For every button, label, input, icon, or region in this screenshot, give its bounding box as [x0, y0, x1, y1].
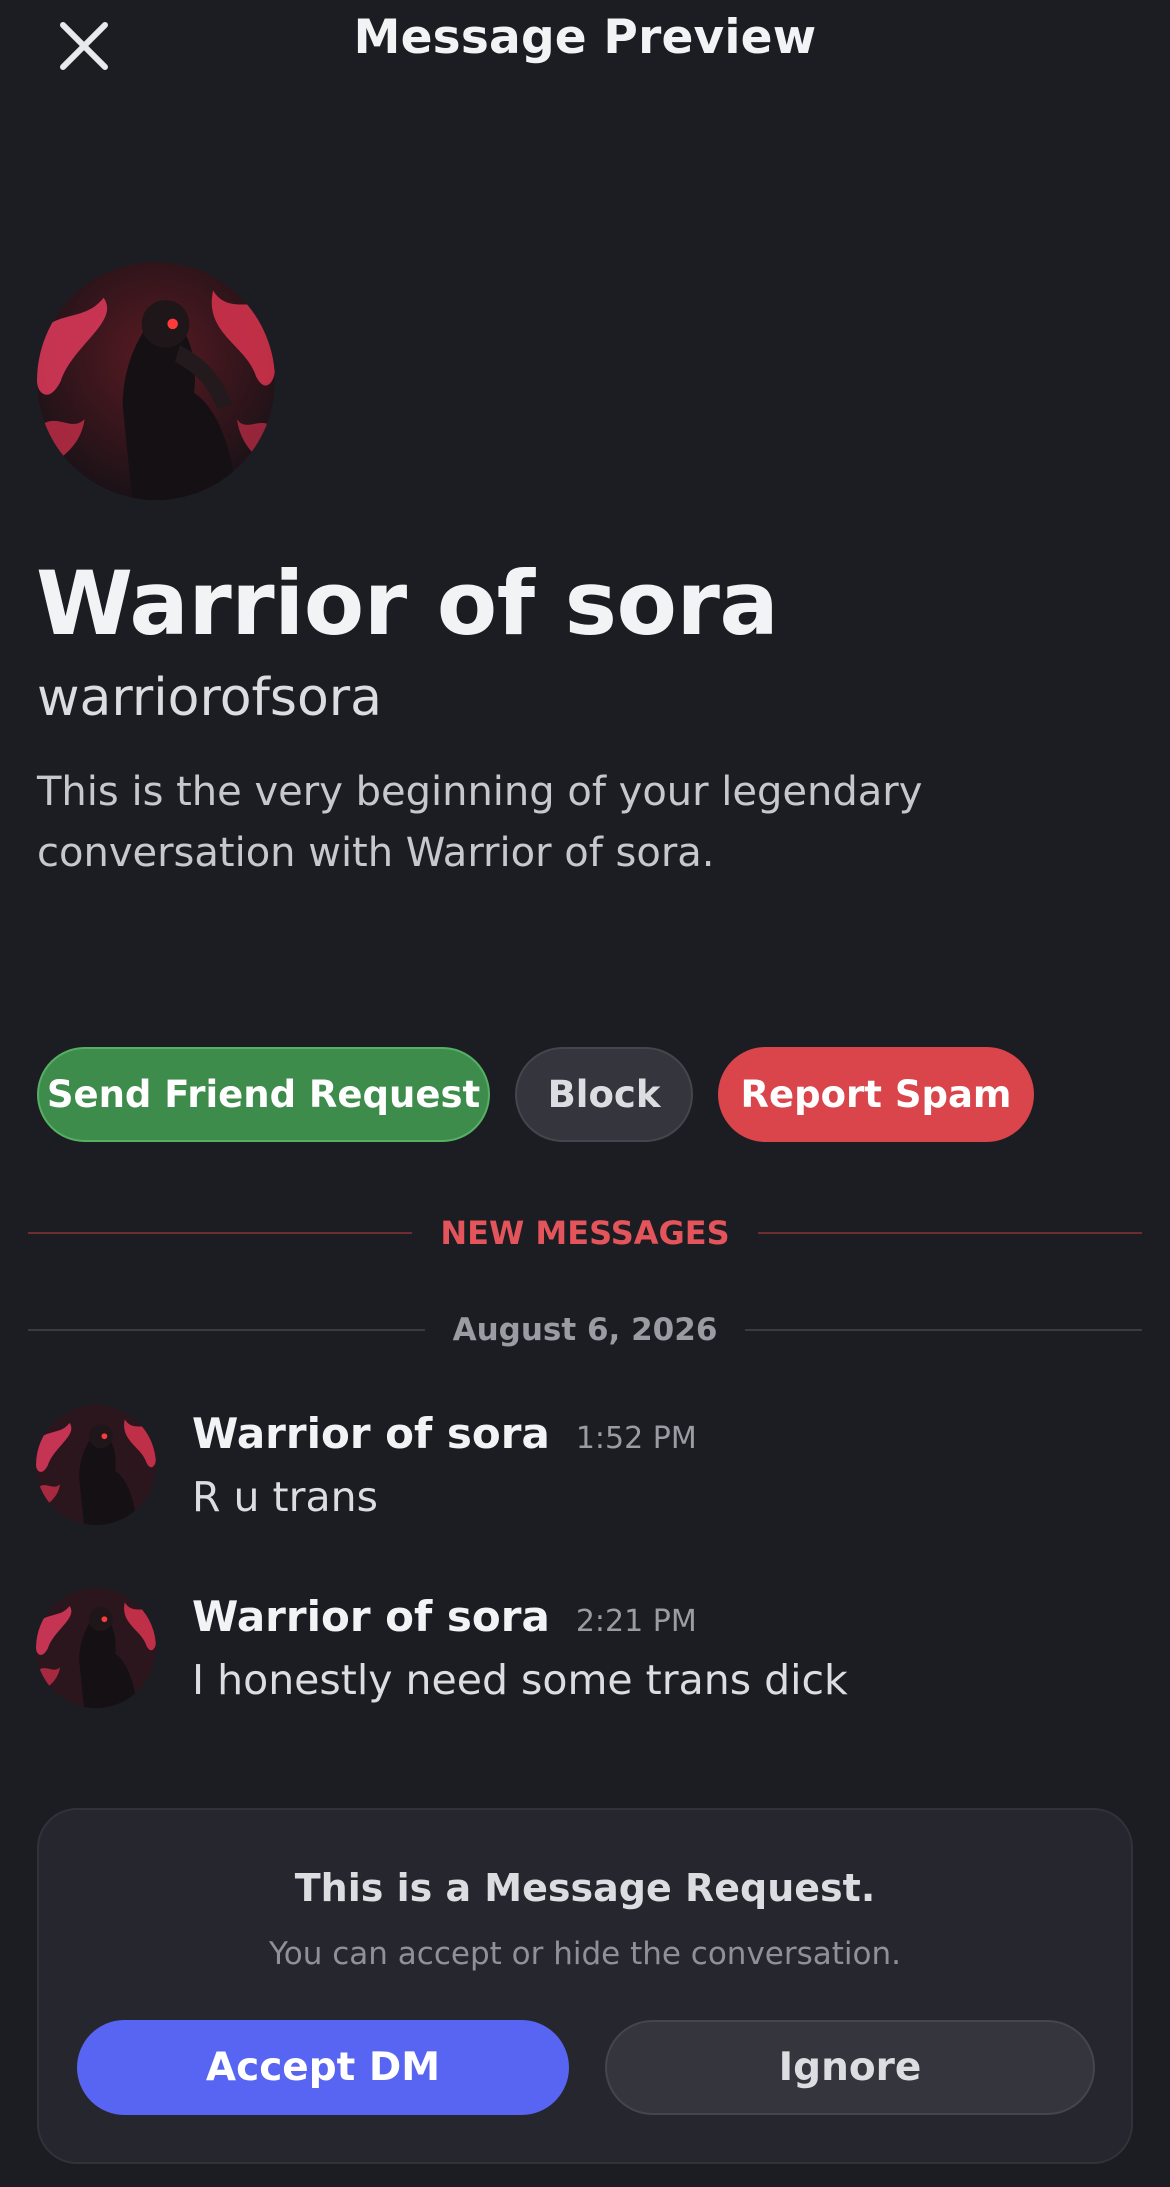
divider-line: [28, 1329, 425, 1331]
top-bar: Message Preview: [0, 0, 1170, 90]
date-divider: August 6, 2026: [28, 1312, 1142, 1348]
message-header: Warrior of sora 1:52 PM: [192, 1409, 697, 1458]
profile-actions: Send Friend Request Block Report Spam: [37, 1047, 1034, 1142]
accept-dm-button[interactable]: Accept DM: [77, 2020, 569, 2115]
message-content: R u trans: [192, 1473, 378, 1521]
request-subtitle: You can accept or hide the conversation.: [268, 1936, 902, 1972]
divider-line: [28, 1232, 413, 1234]
ignore-button[interactable]: Ignore: [605, 2020, 1095, 2115]
new-messages-label: NEW MESSAGES: [440, 1214, 730, 1252]
report-spam-button[interactable]: Report Spam: [718, 1047, 1034, 1142]
profile-avatar[interactable]: [37, 262, 275, 500]
send-friend-request-button[interactable]: Send Friend Request: [37, 1047, 490, 1142]
message-request-card: This is a Message Request. You can accep…: [37, 1808, 1133, 2164]
message-header: Warrior of sora 2:21 PM: [192, 1592, 697, 1641]
divider-line: [745, 1329, 1142, 1331]
message-author[interactable]: Warrior of sora: [192, 1409, 550, 1458]
message-item[interactable]: Warrior of sora 2:21 PM I honestly need …: [36, 1588, 1136, 1728]
request-title: This is a Message Request.: [294, 1866, 876, 1910]
message-content: I honestly need some trans dick: [192, 1656, 848, 1704]
author-avatar[interactable]: [36, 1405, 156, 1525]
message-author[interactable]: Warrior of sora: [192, 1592, 550, 1641]
message-timestamp: 2:21 PM: [575, 1604, 697, 1639]
new-messages-divider: NEW MESSAGES: [28, 1214, 1142, 1252]
display-name: Warrior of sora: [36, 552, 779, 655]
username: warriorofsora: [37, 668, 383, 728]
divider-line: [757, 1232, 1142, 1234]
message-item[interactable]: Warrior of sora 1:52 PM R u trans: [36, 1405, 1136, 1545]
block-button[interactable]: Block: [515, 1047, 693, 1142]
date-label: August 6, 2026: [452, 1312, 718, 1348]
conversation-intro: This is the very beginning of your legen…: [37, 769, 923, 876]
page-title: Message Preview: [353, 10, 817, 65]
author-avatar[interactable]: [36, 1588, 156, 1708]
message-timestamp: 1:52 PM: [575, 1421, 697, 1456]
